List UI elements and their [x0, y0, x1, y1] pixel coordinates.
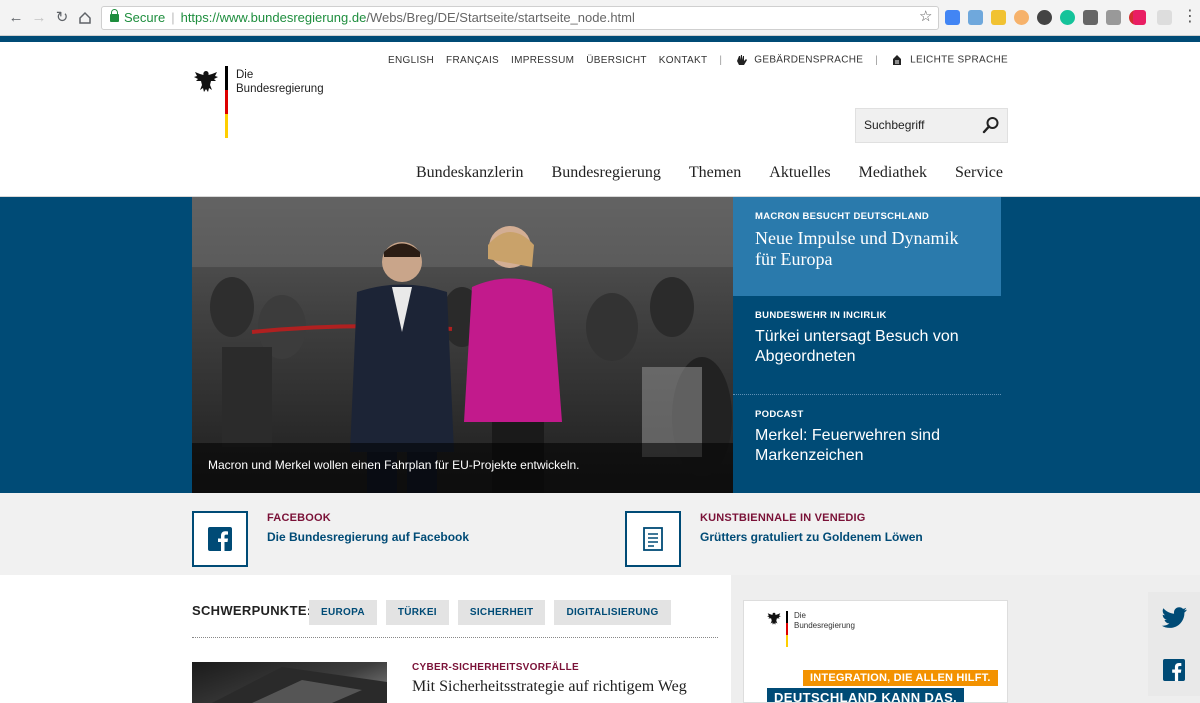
hero-teaser-1[interactable]: MACRON BESUCHT DEUTSCHLAND Neue Impulse …	[733, 197, 1001, 296]
article-image[interactable]	[192, 662, 387, 703]
ad-flag-stripe	[786, 611, 788, 647]
search-icon[interactable]	[982, 116, 1000, 134]
reload-icon[interactable]: ↻	[52, 8, 72, 28]
tag-digitalisierung[interactable]: DIGITALISIERUNG	[554, 600, 671, 625]
meta-nav-uebersicht[interactable]: ÜBERSICHT	[586, 55, 646, 66]
bookmark-star-icon[interactable]: ☆	[919, 7, 932, 25]
hero-teaser-title: Merkel: Feuerwehren sind Markenzeichen	[755, 427, 940, 464]
twitter-share-button[interactable]	[1148, 592, 1200, 644]
nav-bundesregierung[interactable]: Bundesregierung	[552, 164, 661, 182]
ad-eagle-icon	[767, 612, 781, 625]
article-title[interactable]: Mit Sicherheitsstrategie auf richtigem W…	[412, 678, 687, 696]
hero-teaser-3[interactable]: PODCAST Merkel: Feuerwehren sind Markenz…	[733, 395, 1001, 493]
teaser-strip: FACEBOOK Die Bundesregierung auf Faceboo…	[0, 493, 1200, 575]
extension-calendar-icon[interactable]	[945, 10, 960, 25]
home-icon[interactable]	[75, 8, 95, 28]
hero-photo[interactable]: Macron und Merkel wollen einen Fahrplan …	[192, 197, 733, 493]
eagle-icon	[194, 71, 218, 92]
lock-icon	[110, 9, 119, 22]
logo-line-2: Bundesregierung	[236, 83, 324, 95]
ad-logo-text: Die Bundesregierung	[794, 611, 855, 631]
biennale-teaser-kicker: KUNSTBIENNALE IN VENEDIG	[700, 512, 866, 524]
sign-language-label: GEBÄRDENSPRACHE	[754, 54, 864, 66]
hero-teaser-title: Türkei untersagt Besuch von Abgeordneten	[755, 328, 959, 365]
url-host: https://www.bundesregierung.de	[180, 10, 367, 25]
facebook-share-icon	[1163, 659, 1185, 681]
url-path: /Webs/Breg/DE/Startseite/startseite_node…	[366, 10, 635, 25]
german-flag-stripe	[225, 66, 228, 138]
biennale-teaser-title[interactable]: Grütters gratuliert zu Goldenem Löwen	[700, 530, 923, 544]
easy-language-icon	[893, 55, 902, 65]
hero-teaser-list: MACRON BESUCHT DEUTSCHLAND Neue Impulse …	[733, 197, 1001, 493]
hero-teaser-title: Neue Impulse und Dynamik für Europa	[755, 228, 959, 269]
ad-banner-integration: INTEGRATION, DIE ALLEN HILFT.	[803, 670, 998, 686]
ad-logo-line-1: Die	[794, 611, 807, 620]
secure-label: Secure	[124, 10, 166, 25]
ad-logo-line-2: Bundesregierung	[794, 621, 855, 630]
meta-nav-english[interactable]: ENGLISH	[388, 55, 434, 66]
tag-sicherheit[interactable]: SICHERHEIT	[457, 600, 546, 625]
facebook-teaser-box[interactable]	[192, 511, 248, 567]
logo-text: Die Bundesregierung	[236, 68, 324, 96]
article-kicker: CYBER-SICHERHEITSVORFÄLLE	[412, 662, 579, 673]
schwerpunkte-tags: EUROPA TÜRKEI SICHERHEIT DIGITALISIERUNG	[309, 600, 671, 625]
extension-cast-icon[interactable]	[1157, 10, 1172, 25]
extension-image-icon[interactable]	[1106, 10, 1121, 25]
search-input[interactable]	[864, 118, 974, 132]
search-box	[855, 108, 1008, 143]
browser-menu-icon[interactable]: ⋮	[1182, 8, 1198, 26]
tag-europa[interactable]: EUROPA	[309, 600, 377, 625]
twitter-icon	[1161, 607, 1187, 628]
address-bar[interactable]: Secure | https://www.bundesregierung.de/We…	[101, 6, 939, 30]
nav-aktuelles[interactable]: Aktuelles	[769, 164, 830, 182]
extension-translate-icon[interactable]	[968, 10, 983, 25]
site-top-bar	[0, 36, 1200, 42]
sign-language-icon	[737, 55, 748, 65]
main-navigation: Bundeskanzlerin Bundesregierung Themen A…	[416, 164, 1003, 182]
tag-tuerkei[interactable]: TÜRKEI	[385, 600, 449, 625]
meta-nav-divider: |	[719, 54, 723, 66]
meta-nav-easy-language[interactable]: LEICHTE SPRACHE	[890, 53, 1008, 67]
biennale-teaser-box[interactable]	[625, 511, 681, 567]
extension-chrome-icon[interactable]	[1014, 10, 1029, 25]
section-divider	[192, 637, 718, 638]
facebook-share-button[interactable]	[1148, 644, 1200, 696]
hero-teaser-kicker: BUNDESWEHR IN INCIRLIK	[755, 310, 887, 321]
hero-teaser-kicker: PODCAST	[755, 409, 804, 420]
document-icon	[643, 527, 663, 551]
facebook-teaser-kicker: FACEBOOK	[267, 512, 331, 524]
browser-toolbar: ← → ↻ Secure | https://www.bundesregierung…	[0, 0, 1200, 36]
hero-teaser-2[interactable]: BUNDESWEHR IN INCIRLIK Türkei untersagt …	[733, 296, 1001, 394]
hero-caption: Macron und Merkel wollen einen Fahrplan …	[192, 443, 733, 493]
meta-navigation: ENGLISH FRANÇAIS IMPRESSUM ÜBERSICHT KON…	[388, 53, 1008, 67]
logo-line-1: Die	[236, 69, 254, 81]
schwerpunkte-label: SCHWERPUNKTE:	[192, 603, 312, 618]
facebook-teaser-title[interactable]: Die Bundesregierung auf Facebook	[267, 530, 469, 544]
easy-language-label: LEICHTE SPRACHE	[910, 54, 1008, 66]
site-logo[interactable]: Die Bundesregierung	[192, 66, 332, 140]
back-arrow-icon[interactable]: ←	[6, 8, 26, 28]
laptop-photo	[212, 667, 387, 703]
forward-arrow-icon[interactable]: →	[29, 8, 49, 28]
nav-mediathek[interactable]: Mediathek	[859, 164, 927, 182]
hero-teaser-kicker: MACRON BESUCHT DEUTSCHLAND	[755, 211, 930, 222]
meta-nav-kontakt[interactable]: KONTAKT	[659, 55, 708, 66]
extension-notes-icon[interactable]	[991, 10, 1006, 25]
facebook-icon	[208, 527, 232, 551]
meta-nav-francais[interactable]: FRANÇAIS	[446, 55, 499, 66]
nav-bundeskanzlerin[interactable]: Bundeskanzlerin	[416, 164, 524, 182]
integration-ad[interactable]: Die Bundesregierung INTEGRATION, DIE ALL…	[743, 600, 1008, 703]
extension-pink-icon[interactable]	[1133, 10, 1146, 25]
meta-nav-divider-2: |	[875, 54, 879, 66]
extension-mask-icon[interactable]	[1037, 10, 1052, 25]
meta-nav-impressum[interactable]: IMPRESSUM	[511, 55, 574, 66]
extension-reader-icon[interactable]	[1083, 10, 1098, 25]
nav-service[interactable]: Service	[955, 164, 1003, 182]
extension-grammarly-icon[interactable]	[1060, 10, 1075, 25]
meta-nav-sign-language[interactable]: GEBÄRDENSPRACHE	[734, 53, 863, 67]
ad-banner-deutschland: DEUTSCHLAND KANN DAS.	[767, 688, 965, 702]
nav-themen[interactable]: Themen	[689, 164, 741, 182]
